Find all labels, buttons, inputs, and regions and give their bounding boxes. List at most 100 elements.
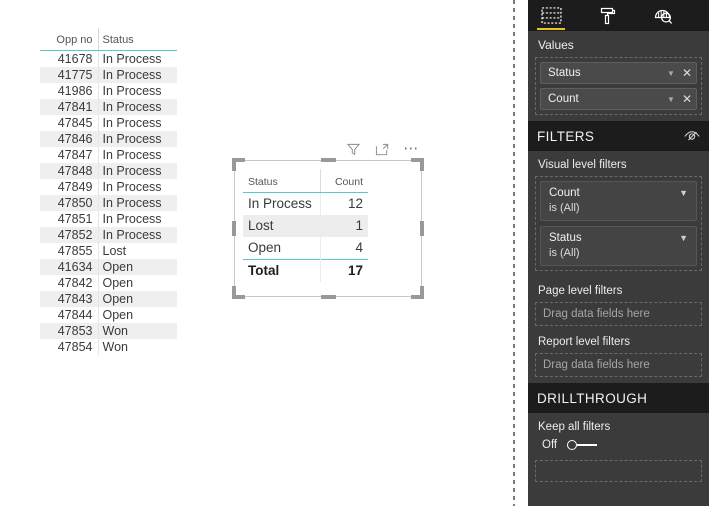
cell-status: In Process bbox=[98, 179, 177, 195]
cell-status: In Process bbox=[98, 227, 177, 243]
summary-table-body: In Process 12 Lost 1 Open 4 bbox=[243, 192, 368, 260]
fields-tab[interactable] bbox=[534, 2, 568, 30]
filters-section-header[interactable]: FILTERS bbox=[528, 121, 709, 151]
toggle-knob bbox=[567, 440, 578, 450]
table-row[interactable]: 47850 In Process bbox=[40, 195, 177, 211]
values-field-well[interactable]: Status ▼ ✕ Count ▼ ✕ bbox=[535, 57, 702, 115]
resize-handle-top-left-v[interactable] bbox=[232, 158, 236, 171]
cell-status: Open bbox=[98, 275, 177, 291]
field-pill-count[interactable]: Count ▼ ✕ bbox=[540, 88, 697, 110]
table-row[interactable]: 47845 In Process bbox=[40, 115, 177, 131]
summary-table-row[interactable]: Lost 1 bbox=[243, 215, 368, 237]
table-row[interactable]: 47848 In Process bbox=[40, 163, 177, 179]
summary-column-header-count[interactable]: Count bbox=[320, 169, 368, 193]
resize-handle-top-right-v[interactable] bbox=[420, 158, 424, 171]
resize-handle-top-center[interactable] bbox=[321, 158, 336, 162]
summary-table-row[interactable]: In Process 12 bbox=[243, 192, 368, 215]
chevron-down-icon[interactable]: ▼ bbox=[679, 188, 688, 198]
drillthrough-fields-dropzone[interactable] bbox=[535, 460, 702, 482]
remove-field-icon[interactable]: ✕ bbox=[682, 93, 692, 105]
cell-status: Lost bbox=[98, 243, 177, 259]
filter-card-name: Status bbox=[549, 232, 582, 244]
cell-status: In Process bbox=[98, 195, 177, 211]
resize-handle-bottom-left-v[interactable] bbox=[232, 286, 236, 299]
report-level-filters-dropzone[interactable]: Drag data fields here bbox=[535, 353, 702, 377]
table-row[interactable]: 47846 In Process bbox=[40, 131, 177, 147]
opportunity-table-visual[interactable]: Opp no Status 41678 In Process 41775 In Pro… bbox=[40, 28, 177, 355]
table-row[interactable]: 41986 In Process bbox=[40, 83, 177, 99]
cell-opp-no: 47854 bbox=[40, 339, 99, 355]
column-header-status[interactable]: Status bbox=[98, 28, 177, 51]
page-level-filters-label: Page level filters bbox=[538, 285, 623, 297]
cell-opp-no: 47843 bbox=[40, 291, 99, 307]
chevron-down-icon[interactable]: ▼ bbox=[667, 69, 675, 78]
field-pill-status[interactable]: Status ▼ ✕ bbox=[540, 62, 697, 84]
table-row[interactable]: 47854 Won bbox=[40, 339, 177, 355]
cell-opp-no: 47849 bbox=[40, 179, 99, 195]
resize-handle-middle-right[interactable] bbox=[420, 221, 424, 236]
analytics-magnifier-icon bbox=[653, 6, 673, 26]
summary-column-header-status[interactable]: Status bbox=[243, 169, 321, 193]
resize-handle-bottom-center[interactable] bbox=[321, 295, 336, 299]
keep-all-filters-toggle[interactable] bbox=[567, 439, 598, 451]
filters-title: FILTERS bbox=[537, 128, 595, 144]
summary-table-row[interactable]: Open 4 bbox=[243, 237, 368, 260]
report-canvas[interactable]: Opp no Status 41678 In Process 41775 In Pro… bbox=[0, 0, 514, 506]
cell-opp-no: 41678 bbox=[40, 50, 99, 67]
paint-roller-icon bbox=[597, 6, 617, 26]
table-row[interactable]: 41775 In Process bbox=[40, 67, 177, 83]
format-tab[interactable] bbox=[590, 2, 624, 30]
summary-table[interactable]: Status Count In Process 12 Lost 1 Open 4 Tota… bbox=[243, 169, 368, 282]
cell-status: In Process bbox=[98, 147, 177, 163]
cell-opp-no: 47853 bbox=[40, 323, 99, 339]
chevron-down-icon[interactable]: ▼ bbox=[679, 233, 688, 243]
table-row[interactable]: 47844 Open bbox=[40, 307, 177, 323]
table-row[interactable]: 41634 Open bbox=[40, 259, 177, 275]
cell-status: Open bbox=[98, 307, 177, 323]
toggle-state-label: Off bbox=[542, 439, 558, 451]
cell-status: In Process bbox=[98, 211, 177, 227]
summary-table-visual[interactable]: Status Count In Process 12 Lost 1 Open 4 Tota… bbox=[232, 158, 424, 299]
pane-split-divider[interactable] bbox=[513, 0, 515, 506]
fields-icon bbox=[540, 7, 562, 24]
table-row[interactable]: 47847 In Process bbox=[40, 147, 177, 163]
table-row[interactable]: 47855 Lost bbox=[40, 243, 177, 259]
drillthrough-section-header[interactable]: DRILLTHROUGH bbox=[528, 383, 709, 413]
cell-status: Won bbox=[98, 323, 177, 339]
analytics-tab[interactable] bbox=[646, 2, 680, 30]
cell-opp-no: 41634 bbox=[40, 259, 99, 275]
table-row[interactable]: 47849 In Process bbox=[40, 179, 177, 195]
cell-status: Open bbox=[98, 259, 177, 275]
table-row[interactable]: 47841 In Process bbox=[40, 99, 177, 115]
filter-card-status[interactable]: Status ▼ is (All) bbox=[540, 226, 697, 266]
remove-field-icon[interactable]: ✕ bbox=[682, 67, 692, 79]
cell-status: Won bbox=[98, 339, 177, 355]
resize-handle-bottom-right-v[interactable] bbox=[420, 286, 424, 299]
cell-status: Open bbox=[98, 291, 177, 307]
table-row[interactable]: 47843 Open bbox=[40, 291, 177, 307]
summary-cell-count: 1 bbox=[320, 215, 368, 237]
column-header-opp-no[interactable]: Opp no bbox=[40, 28, 99, 51]
total-label: Total bbox=[243, 259, 321, 282]
table-row[interactable]: 47852 In Process bbox=[40, 227, 177, 243]
focus-mode-icon[interactable] bbox=[374, 141, 391, 158]
summary-cell-status: Lost bbox=[243, 215, 321, 237]
table-row[interactable]: 47853 Won bbox=[40, 323, 177, 339]
filter-icon[interactable] bbox=[345, 141, 362, 158]
page-level-filters-dropzone[interactable]: Drag data fields here bbox=[535, 302, 702, 326]
filter-card-count[interactable]: Count ▼ is (All) bbox=[540, 181, 697, 221]
visualizations-pane[interactable]: Values Status ▼ ✕ Count ▼ ✕ FILTERS Visu… bbox=[528, 0, 709, 506]
cell-opp-no: 47851 bbox=[40, 211, 99, 227]
hide-filters-eye-icon[interactable] bbox=[684, 129, 700, 143]
more-options-icon[interactable]: ⋯ bbox=[403, 141, 420, 158]
filter-card-condition: is (All) bbox=[549, 202, 580, 214]
chevron-down-icon[interactable]: ▼ bbox=[667, 95, 675, 104]
summary-cell-count: 4 bbox=[355, 240, 363, 255]
cell-opp-no: 47841 bbox=[40, 99, 99, 115]
table-row[interactable]: 47851 In Process bbox=[40, 211, 177, 227]
resize-handle-middle-left[interactable] bbox=[232, 221, 236, 236]
table-row[interactable]: 41678 In Process bbox=[40, 50, 177, 67]
toggle-track bbox=[577, 444, 598, 446]
table-row[interactable]: 47842 Open bbox=[40, 275, 177, 291]
visual-level-filters-well[interactable]: Count ▼ is (All) Status ▼ is (All) bbox=[535, 176, 702, 271]
